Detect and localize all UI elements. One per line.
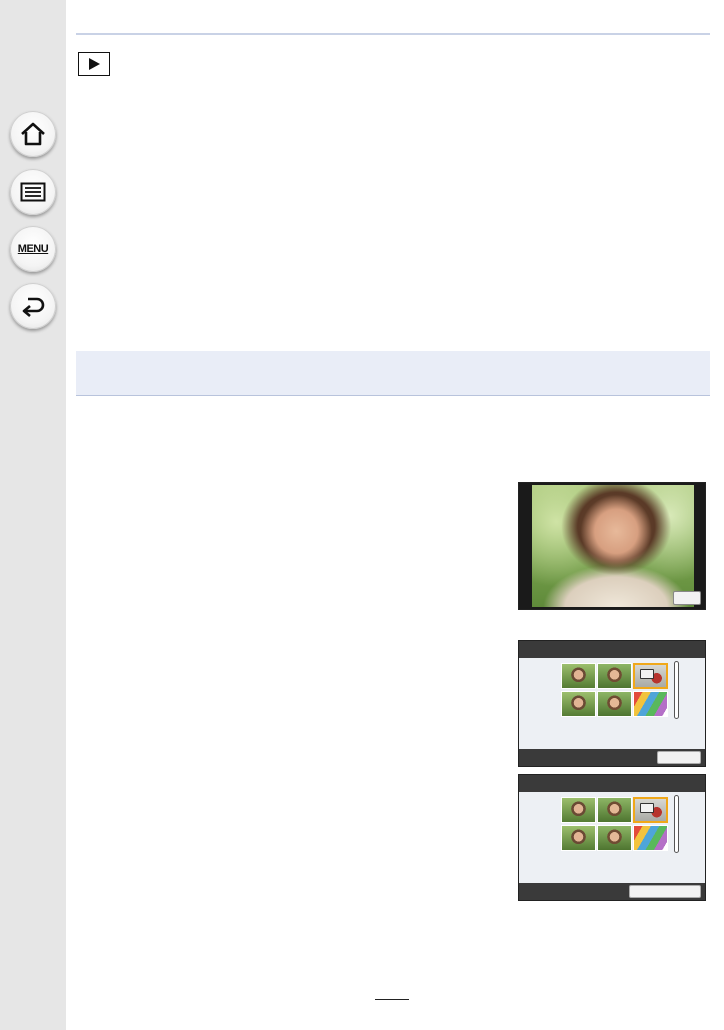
menu-button[interactable]: MENU bbox=[10, 226, 56, 272]
thumbnail-grid-screen-protect bbox=[518, 774, 706, 901]
screen-title-bar bbox=[519, 775, 705, 792]
sidebar: MENU bbox=[0, 0, 66, 1030]
thumbnail-selected bbox=[633, 797, 668, 823]
list-icon bbox=[20, 182, 46, 202]
screen-footer-button bbox=[657, 751, 701, 764]
contents-button[interactable] bbox=[10, 169, 56, 215]
screen-title-bar bbox=[519, 641, 705, 658]
thumbnail-grid bbox=[561, 663, 669, 717]
thumbnail bbox=[561, 663, 596, 689]
thumbnail bbox=[561, 691, 596, 717]
thumbnail bbox=[561, 797, 596, 823]
home-button[interactable] bbox=[10, 111, 56, 157]
thumbnail bbox=[597, 663, 632, 689]
thumbnail bbox=[633, 691, 668, 717]
thumbnail bbox=[561, 825, 596, 851]
thumbnail-grid bbox=[561, 797, 669, 851]
play-icon bbox=[89, 58, 100, 70]
home-icon bbox=[21, 122, 45, 146]
back-arrow-icon bbox=[22, 297, 45, 317]
thumbnail-selected bbox=[633, 663, 668, 689]
menu-icon: MENU bbox=[17, 243, 49, 255]
section-heading-band bbox=[76, 351, 710, 396]
playback-photo-screen bbox=[518, 482, 706, 610]
screen-footer-button bbox=[629, 885, 701, 898]
edit-mark-icon bbox=[640, 669, 654, 679]
thumbnail bbox=[633, 825, 668, 851]
page-number-rule bbox=[375, 999, 409, 1000]
scrollbar bbox=[674, 795, 679, 853]
lock-mark-icon bbox=[640, 803, 654, 813]
thumbnail bbox=[597, 797, 632, 823]
header-rule bbox=[76, 33, 710, 35]
playback-mode-badge bbox=[78, 52, 110, 76]
portrait-photo bbox=[532, 485, 694, 607]
thumbnail bbox=[597, 825, 632, 851]
screen-badge bbox=[673, 591, 701, 605]
back-button[interactable] bbox=[10, 283, 56, 329]
thumbnail bbox=[597, 691, 632, 717]
thumbnail-grid-screen-edit bbox=[518, 640, 706, 767]
scrollbar bbox=[674, 661, 679, 719]
